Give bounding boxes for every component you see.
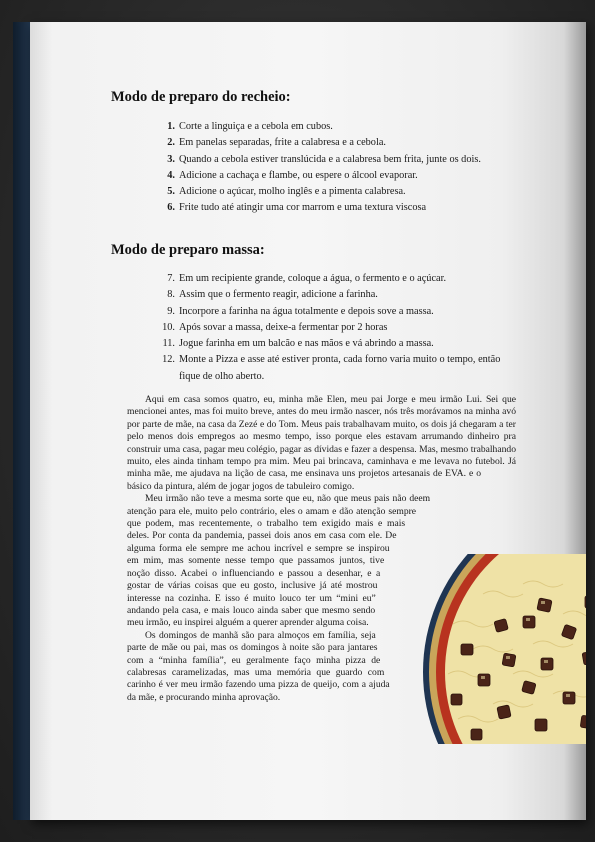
step-text: Frite tudo até atingir uma cor marrom e …: [179, 202, 427, 214]
step-number: 3.: [167, 153, 175, 165]
step-number: 6.: [167, 202, 175, 214]
step-text: Monte a Pizza e asse até estiver pronta,…: [179, 354, 501, 382]
list-item: 6. Frite tudo até atingir uma cor marrom …: [159, 200, 499, 216]
list-item: 12. Monte a Pizza e asse até estiver pron…: [159, 352, 504, 385]
list-item: 1. Corte a linguiça e a cebola em cubos.: [159, 119, 499, 135]
list-item: 8. Assim que o fermento reagir, adicione …: [159, 287, 504, 303]
step-text: Adicione a cachaça e flambe, ou espere o…: [179, 169, 418, 181]
step-text: Adicione o açúcar, molho inglês e a pime…: [179, 186, 406, 198]
step-number: 7.: [167, 273, 175, 284]
heading-massa: Modo de preparo massa:: [111, 242, 265, 258]
list-item: 5. Adicione o açúcar, molho inglês e a pi…: [159, 184, 499, 200]
list-recheio: 1. Corte a linguiça e a cebola em cubos. …: [159, 119, 499, 217]
step-text: Após sovar a massa, deixe-a fermentar po…: [179, 321, 388, 333]
step-text: Jogue farinha em um balcão e nas mãos e …: [179, 338, 434, 350]
step-number: 12.: [162, 354, 175, 366]
list-item: 11. Jogue farinha em um balcão e nas mãos…: [159, 336, 504, 352]
book-page: Modo de preparo do recheio: 1. Corte a li…: [30, 22, 586, 820]
step-number: 9.: [167, 305, 175, 317]
step-number: 4.: [167, 169, 175, 181]
step-text: Em um recipiente grande, coloque a água,…: [179, 273, 447, 284]
list-item: 10. Após sovar a massa, deixe-a fermentar…: [159, 320, 504, 336]
heading-recheio: Modo de preparo do recheio:: [111, 89, 291, 105]
list-item: 2. Em panelas separadas, frite a calabres…: [159, 135, 499, 151]
step-number: 2.: [167, 137, 175, 149]
book-spine: [13, 22, 31, 820]
step-number: 5.: [167, 186, 175, 198]
list-item: 4. Adicione a cachaça e flambe, ou espere…: [159, 168, 499, 184]
list-item: 3. Quando a cebola estiver translúcida e …: [159, 152, 499, 168]
step-number: 8.: [167, 289, 175, 301]
list-massa: 7. Em um recipiente grande, coloque a águ…: [159, 271, 504, 385]
step-text: Corte a linguiça e a cebola em cubos.: [179, 121, 333, 132]
list-item: 9. Incorpore a farinha na água totalmente…: [159, 304, 504, 320]
step-number: 11.: [162, 338, 176, 350]
pizza-icon: [423, 554, 586, 744]
step-text: Em panelas separadas, frite a calabresa …: [179, 137, 386, 149]
step-text: Assim que o fermento reagir, adicione a …: [179, 289, 378, 301]
paragraph: Aqui em casa somos quatro, eu, minha mãe…: [127, 394, 516, 492]
step-number: 10.: [162, 321, 175, 333]
step-number: 1.: [167, 121, 175, 132]
step-text: Incorpore a farinha na água totalmente e…: [179, 305, 434, 317]
step-text: Quando a cebola estiver translúcida e a …: [179, 153, 481, 165]
list-item: 7. Em um recipiente grande, coloque a águ…: [159, 271, 504, 287]
